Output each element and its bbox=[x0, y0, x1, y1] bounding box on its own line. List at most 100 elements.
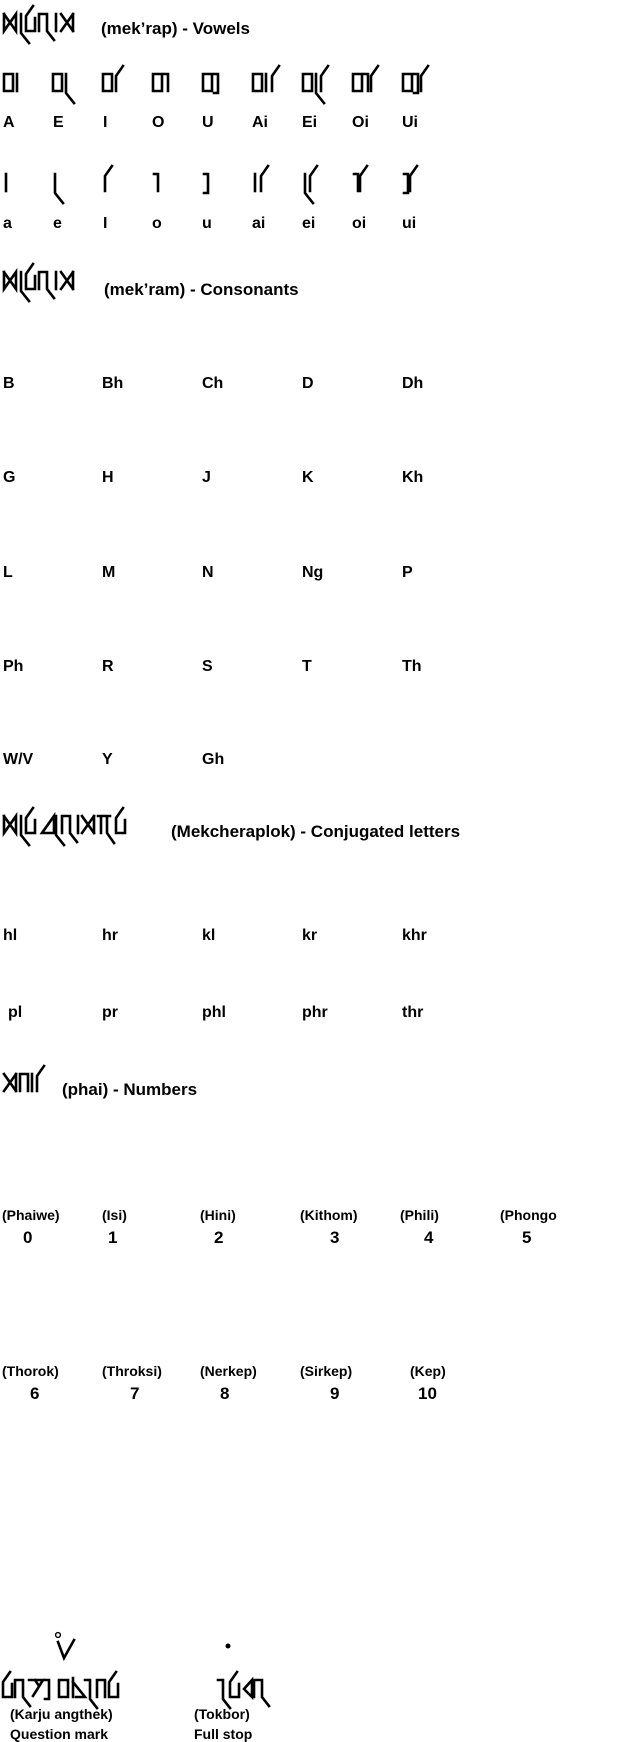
vowel-sign-label: I bbox=[103, 215, 108, 232]
consonants-heading: (mek’ram) - Consonants bbox=[104, 280, 299, 299]
consonant-label: N bbox=[202, 564, 214, 581]
consonant-label: Ch bbox=[202, 375, 224, 392]
consonant-label: T bbox=[302, 658, 312, 675]
number-name: (Throksi) bbox=[102, 1363, 162, 1379]
glyph-stroke bbox=[270, 64, 281, 93]
mekcheraplok-script-glyph-icon bbox=[2, 806, 127, 847]
vowel-glyph-E-icon bbox=[51, 72, 76, 105]
number-name: (Kithom) bbox=[300, 1207, 358, 1223]
consonant-label: Ng bbox=[302, 564, 324, 581]
glyph-stroke bbox=[319, 64, 330, 93]
number-digit: 2 bbox=[214, 1228, 224, 1247]
vowel-glyph-Ai-icon bbox=[251, 64, 281, 93]
glyph-stroke bbox=[59, 12, 75, 33]
glyph-stroke bbox=[352, 172, 360, 193]
consonants-section: (mek’ram) - Consonants bbox=[0, 262, 620, 780]
conjugated-label: phl bbox=[202, 1004, 226, 1021]
number-digit: 6 bbox=[30, 1384, 40, 1403]
glyph-stroke bbox=[228, 1670, 241, 1699]
vowel-label: U bbox=[202, 114, 214, 131]
glyph-stroke bbox=[401, 72, 414, 93]
vowel-sign-ai-icon bbox=[253, 164, 270, 193]
number-digit: 4 bbox=[424, 1228, 434, 1247]
glyph-stroke bbox=[419, 64, 430, 93]
numbers-section: (phai) - Numbers bbox=[0, 1060, 620, 1120]
vowel-label: A bbox=[3, 114, 15, 131]
conjugated-heading: (Mekcheraplok) - Conjugated letters bbox=[171, 822, 461, 841]
mekram-script-glyph-icon bbox=[2, 262, 75, 303]
consonant-label: S bbox=[202, 658, 213, 675]
number-name: (Sirkep) bbox=[300, 1363, 353, 1379]
consonant-label: Dh bbox=[402, 375, 424, 392]
glyph-stroke bbox=[308, 164, 319, 193]
glyph-stroke bbox=[201, 72, 214, 93]
glyph-stroke bbox=[83, 1678, 99, 1710]
glyph-stroke bbox=[301, 72, 314, 93]
glyph-stroke bbox=[152, 172, 160, 193]
number-name: (Kep) bbox=[410, 1363, 446, 1379]
glyph-stroke bbox=[212, 72, 220, 95]
vowel-label: Ui bbox=[402, 114, 418, 131]
conjugated-label: phr bbox=[302, 1004, 328, 1021]
glyph-stroke bbox=[114, 806, 127, 835]
glyph-stroke bbox=[96, 814, 116, 845]
vowel-sign-i-icon bbox=[103, 164, 114, 193]
glyph-stroke bbox=[216, 1678, 232, 1710]
vowel-sign-a-icon bbox=[4, 172, 8, 193]
punctuation-name: (Karju angthek) bbox=[10, 1706, 113, 1722]
number-name: (Nerkep) bbox=[200, 1363, 257, 1379]
number-digit: 9 bbox=[330, 1384, 340, 1403]
glyph-stroke bbox=[2, 72, 15, 93]
glyph-stroke bbox=[369, 64, 380, 93]
consonant-label: J bbox=[202, 469, 211, 486]
conjugated-label: thr bbox=[402, 1004, 424, 1021]
vowel-label: Ai bbox=[252, 114, 268, 131]
consonant-label: P bbox=[402, 564, 413, 581]
glyph-stroke bbox=[402, 172, 410, 195]
glyph-stroke bbox=[259, 164, 270, 193]
vowel-sign-u-icon bbox=[202, 172, 210, 195]
glyph-stroke bbox=[24, 4, 37, 33]
consonant-label: Ph bbox=[3, 658, 24, 675]
conjugated-label: pr bbox=[102, 1004, 118, 1021]
glyph-stroke bbox=[242, 1676, 254, 1701]
glyph-stroke bbox=[18, 1072, 30, 1093]
glyph-stroke bbox=[103, 164, 114, 193]
glyph-stroke bbox=[39, 811, 56, 835]
conjugated-label: khr bbox=[402, 927, 427, 944]
number-digit: 3 bbox=[330, 1228, 340, 1247]
vowel-glyph-O-icon bbox=[151, 72, 170, 93]
number-digit: 8 bbox=[220, 1384, 230, 1403]
glyph-stroke bbox=[95, 1678, 107, 1699]
vowel-glyph-U-icon bbox=[201, 72, 220, 95]
glyph-stroke bbox=[107, 1670, 120, 1699]
consonant-label: G bbox=[3, 469, 16, 486]
conjugated-section: (Mekcheraplok) - Conjugated letters bbox=[0, 800, 620, 860]
glyph-stroke bbox=[60, 814, 79, 844]
vowel-sign-oi-icon bbox=[352, 164, 369, 193]
glyph-stroke bbox=[251, 72, 264, 93]
consonant-label: M bbox=[102, 564, 116, 581]
glyph-stroke bbox=[1, 1670, 14, 1699]
consonant-label: H bbox=[102, 469, 114, 486]
vowel-label: E bbox=[53, 114, 64, 131]
vowel-sign-ui-icon bbox=[402, 164, 419, 195]
vowel-label: I bbox=[103, 114, 108, 131]
punctuation-section: (Karju angthek) Question mark (Tokbor) F… bbox=[0, 1590, 620, 1742]
glyph-stroke bbox=[408, 164, 419, 193]
consonant-label: K bbox=[302, 469, 314, 486]
glyph-stroke bbox=[64, 72, 76, 105]
vowel-label: Oi bbox=[352, 114, 369, 131]
glyph-stroke bbox=[24, 806, 37, 835]
mekrap-script-glyph-icon bbox=[2, 4, 75, 45]
glyph-stroke bbox=[2, 1072, 18, 1093]
vowel-label: O bbox=[152, 114, 165, 131]
question-mark-glyph-icon bbox=[54, 1631, 76, 1662]
numbers-heading: (phai) - Numbers bbox=[62, 1080, 198, 1099]
glyph-stroke bbox=[37, 12, 56, 42]
glyph-stroke bbox=[43, 1678, 51, 1701]
glyph-stroke bbox=[358, 164, 369, 193]
glyph-stroke bbox=[51, 72, 64, 93]
glyph-stroke bbox=[53, 172, 65, 205]
glyph-stroke bbox=[59, 270, 75, 291]
